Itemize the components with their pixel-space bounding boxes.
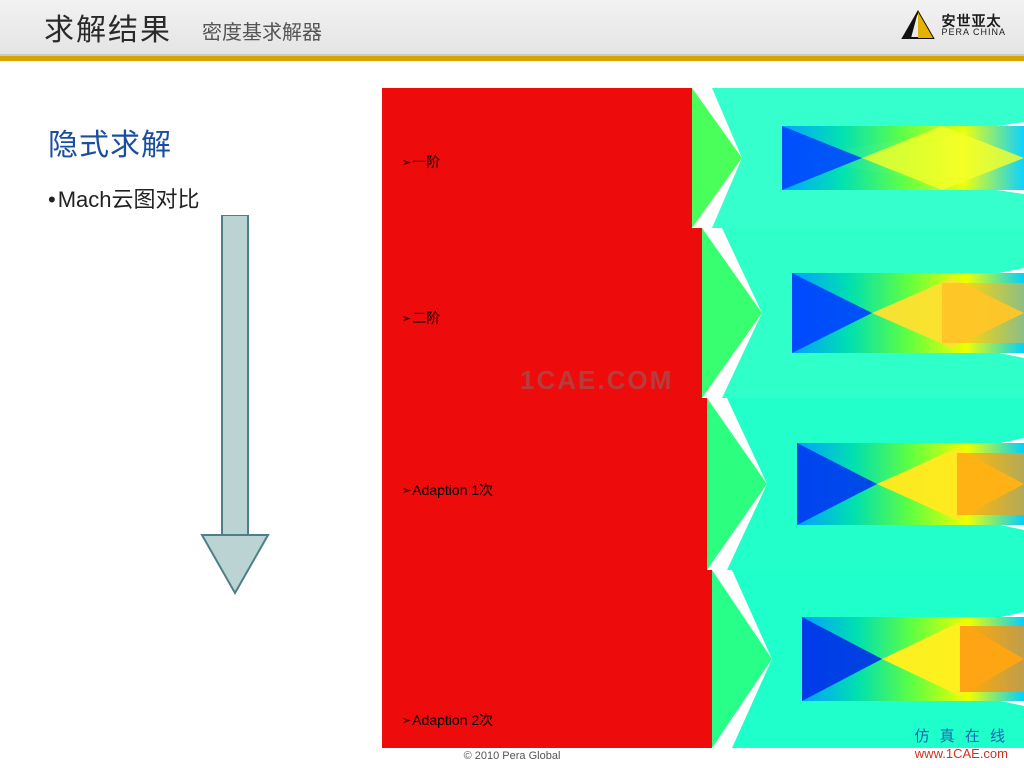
sim-panel: ➢ 二阶 xyxy=(382,228,1024,398)
panel-label-text: Adaption 2次 xyxy=(412,710,493,730)
panel-label: ➢ Adaption 2次 xyxy=(402,710,493,730)
sim-panel: ➢ 一阶 xyxy=(382,88,1024,228)
panel-label: ➢ Adaption 1次 xyxy=(402,480,493,500)
footer-brand-cn: 仿 真 在 线 xyxy=(914,728,1008,746)
footer-brand-url: www.1CAE.com xyxy=(914,746,1008,762)
chevron-right-icon: ➢ xyxy=(402,312,411,325)
chevron-right-icon: ➢ xyxy=(402,484,411,497)
panel-label-text: 二阶 xyxy=(412,308,440,328)
left-column: 隐式求解 •Mach云图对比 xyxy=(48,120,348,214)
simulation-panels: ➢ 一阶 ➢ 二阶 xyxy=(382,88,1024,750)
panel-label: ➢ 二阶 xyxy=(402,308,440,328)
page-subtitle: 密度基求解器 xyxy=(202,16,322,45)
panel-label-text: 一阶 xyxy=(412,152,440,172)
logo-text-cn: 安世亚太 xyxy=(941,14,1006,28)
section-heading: 隐式求解 xyxy=(48,120,348,164)
triangle-icon xyxy=(901,10,935,40)
logo-text-en: PERA CHINA xyxy=(941,28,1006,37)
page-title: 求解结果 xyxy=(44,5,172,49)
watermark-text: 1CAE.COM xyxy=(520,365,673,396)
footer-copyright: © 2010 Pera Global xyxy=(0,750,1024,762)
chevron-right-icon: ➢ xyxy=(402,156,411,169)
sim-panel: ➢ Adaption 1次 xyxy=(382,398,1024,570)
footer-brand: 仿 真 在 线 www.1CAE.com xyxy=(914,728,1008,762)
panel-label: ➢ 一阶 xyxy=(402,152,440,172)
down-arrow-icon xyxy=(200,215,270,595)
brand-logo: 安世亚太 PERA CHINA xyxy=(901,10,1006,40)
bullet-dot-icon: • xyxy=(48,187,56,212)
header-bar: 求解结果 密度基求解器 安世亚太 PERA CHINA xyxy=(0,0,1024,56)
bullet-item: •Mach云图对比 xyxy=(48,182,348,214)
panel-label-text: Adaption 1次 xyxy=(412,480,493,500)
bullet-text: Mach云图对比 xyxy=(58,187,200,212)
gold-divider xyxy=(0,56,1024,61)
chevron-right-icon: ➢ xyxy=(402,714,411,727)
sim-panel: ➢ Adaption 2次 xyxy=(382,570,1024,748)
